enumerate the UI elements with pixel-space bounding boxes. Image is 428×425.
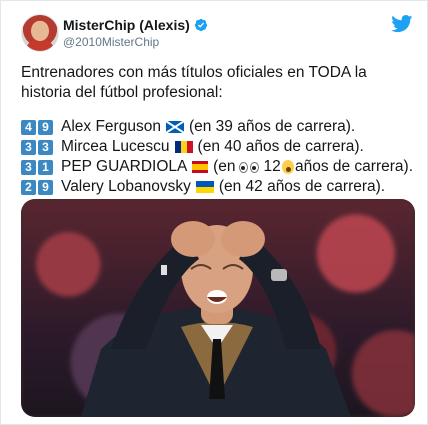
verified-badge-icon (194, 18, 207, 32)
keycap-digit: 9 (38, 179, 53, 195)
author-name-row[interactable]: MisterChip (Alexis) (63, 17, 208, 33)
keycap-number: 2 9 (21, 179, 55, 195)
coach-name: Valery Lobanovsky (61, 178, 191, 195)
keycap-digit: 3 (38, 139, 53, 155)
keycap-digit: 9 (38, 119, 53, 135)
avatar[interactable] (21, 14, 59, 52)
coach-row-guardiola: 3 1 PEP GUARDIOLA (en 12 años de carrera… (21, 157, 413, 177)
keycap-digit: 1 (38, 159, 53, 175)
coach-note: (en 42 años de carrera). (218, 178, 386, 195)
coach-row-lobanovsky: 2 9 Valery Lobanovsky (en 42 años de car… (21, 177, 413, 197)
tweet-card: MisterChip (Alexis) @2010MisterChip Entr… (0, 0, 428, 425)
scotland-flag-icon (165, 121, 184, 133)
tweet-header: MisterChip (Alexis) @2010MisterChip (17, 11, 413, 55)
author-display-name[interactable]: MisterChip (Alexis) (63, 17, 190, 33)
twitter-bird-icon[interactable] (391, 15, 413, 33)
coach-name: Alex Ferguson (61, 118, 161, 135)
author-handle[interactable]: @2010MisterChip (63, 35, 159, 49)
eyes-emoji-icon (239, 161, 260, 173)
keycap-number: 3 3 (21, 139, 55, 155)
coach-name: PEP GUARDIOLA (61, 158, 188, 175)
spain-flag-icon (192, 161, 209, 173)
keycap-digit: 3 (21, 139, 36, 155)
coach-note: (en 40 años de carrera). (197, 138, 364, 155)
astonished-face-emoji-icon (281, 160, 294, 174)
coach-note-number: 12 (263, 158, 281, 175)
coach-row-ferguson: 4 9 Alex Ferguson (en 39 años de carrera… (21, 117, 413, 137)
tweet-body: Entrenadores con más títulos oficiales e… (21, 63, 413, 197)
coach-note-end: años de carrera). (294, 158, 413, 175)
ukraine-flag-icon (195, 181, 214, 193)
keycap-digit: 3 (21, 159, 36, 175)
keycap-digit: 4 (21, 119, 36, 135)
coach-celebrating-illustration (81, 221, 351, 417)
coach-note-start: (en (213, 158, 236, 175)
keycap-digit: 2 (21, 179, 36, 195)
keycap-number: 4 9 (21, 119, 55, 135)
tweet-intro: Entrenadores con más títulos oficiales e… (21, 64, 367, 101)
keycap-number: 3 1 (21, 159, 55, 175)
romania-flag-icon (174, 141, 193, 153)
coach-note: (en 39 años de carrera). (188, 118, 356, 135)
coach-row-lucescu: 3 3 Mircea Lucescu (en 40 años de carrer… (21, 137, 413, 157)
coach-name: Mircea Lucescu (61, 138, 170, 155)
tweet-photo[interactable] (21, 199, 415, 417)
